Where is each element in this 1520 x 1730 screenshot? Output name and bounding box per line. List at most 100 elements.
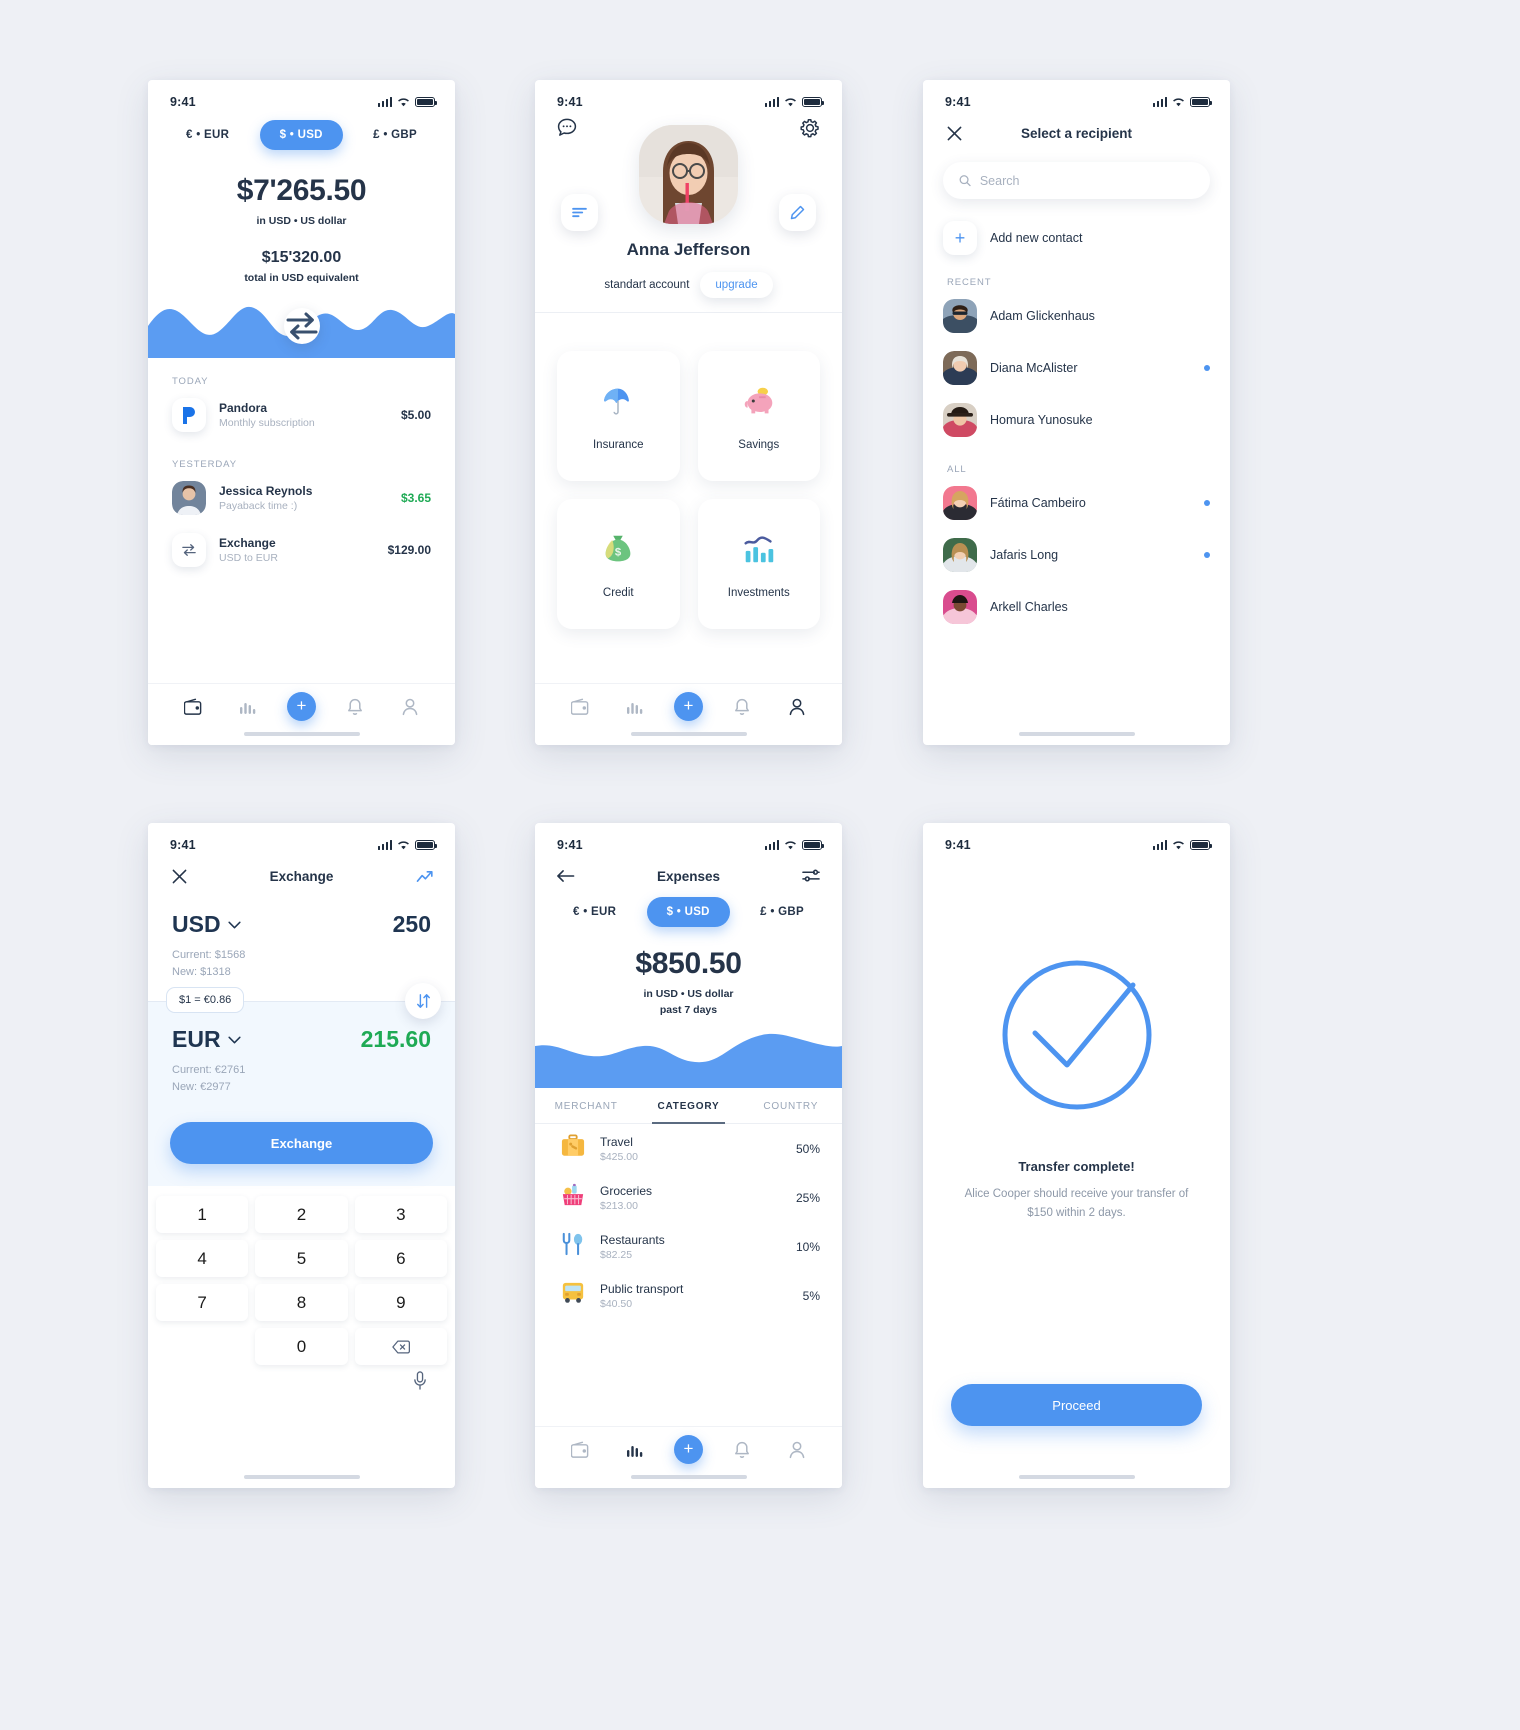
- contact-name: Diana McAlister: [990, 361, 1078, 375]
- tab-statistics[interactable]: [619, 1434, 651, 1466]
- tab-wallet[interactable]: [177, 691, 209, 723]
- tab-country[interactable]: COUNTRY: [740, 1088, 842, 1123]
- list-item[interactable]: Homura Yunosuke: [923, 394, 1230, 446]
- key-4[interactable]: 4: [156, 1240, 249, 1278]
- tab-wallet[interactable]: [564, 691, 596, 723]
- tab-notifications[interactable]: [726, 1434, 758, 1466]
- messages-icon[interactable]: [557, 118, 577, 143]
- restaurant-cutlery-icon: [557, 1232, 589, 1261]
- gear-icon[interactable]: [800, 118, 820, 143]
- nav-bar: Exchange: [148, 859, 455, 895]
- list-item[interactable]: Jafaris Long: [923, 529, 1230, 581]
- page-title: Anna Jefferson: [626, 240, 751, 259]
- card-investments[interactable]: Investments: [697, 499, 820, 629]
- list-item[interactable]: Adam Glickenhaus: [923, 290, 1230, 342]
- table-row[interactable]: Pandora Monthly subscription $5.00: [148, 389, 455, 441]
- status-time: 9:41: [170, 838, 196, 852]
- section-yesterday: YESTERDAY: [172, 459, 237, 470]
- tab-statistics[interactable]: [232, 691, 264, 723]
- currency-usd[interactable]: $ • USD: [646, 897, 730, 927]
- balance-amount: $7'265.50: [236, 174, 367, 207]
- currency-eur[interactable]: € • EUR: [172, 120, 243, 150]
- total-amount: $15'320.00: [261, 249, 342, 266]
- avatar: [943, 351, 977, 385]
- to-currency-selector[interactable]: EUR: [172, 1026, 241, 1053]
- signal-icon: [764, 97, 779, 107]
- exchange-button[interactable]: Exchange: [170, 1122, 433, 1165]
- search-icon: [959, 175, 971, 187]
- trend-up-icon[interactable]: [413, 865, 435, 887]
- table-row[interactable]: Exchange USD to EUR $129.00: [148, 524, 455, 576]
- status-bar: 9:41: [535, 823, 842, 859]
- key-9[interactable]: 9: [354, 1284, 447, 1322]
- add-contact-label: Add new contact: [990, 231, 1083, 245]
- balance-block: $7'265.50 in USD • US dollar $15'320.00 …: [148, 150, 455, 284]
- card-insurance[interactable]: Insurance: [557, 351, 680, 481]
- exchange-from-block: USD 250 Current: $1568 New: $1318: [148, 895, 455, 981]
- close-icon[interactable]: [943, 122, 965, 144]
- card-savings[interactable]: Savings: [697, 351, 820, 481]
- card-credit[interactable]: $ Credit: [557, 499, 680, 629]
- expenses-currency-label: in USD • US dollar: [643, 988, 734, 1000]
- add-button[interactable]: +: [286, 692, 316, 721]
- tab-profile[interactable]: [781, 1434, 813, 1466]
- from-current-balance: Current: $1568: [172, 949, 246, 961]
- suitcase-icon: [557, 1134, 589, 1163]
- currency-gbp[interactable]: £ • GBP: [359, 120, 431, 150]
- key-6[interactable]: 6: [354, 1240, 447, 1278]
- status-icons: [764, 840, 825, 850]
- section-recent: RECENT: [947, 277, 992, 288]
- search-input[interactable]: [943, 162, 1210, 199]
- currency-eur[interactable]: € • EUR: [559, 897, 630, 927]
- key-7[interactable]: 7: [156, 1284, 249, 1322]
- tab-profile[interactable]: [394, 691, 426, 723]
- key-3[interactable]: 3: [354, 1196, 447, 1234]
- list-item[interactable]: Diana McAlister: [923, 342, 1230, 394]
- tab-notifications[interactable]: [726, 691, 758, 723]
- table-row[interactable]: Public transport $40.50 5%: [535, 1271, 842, 1320]
- key-backspace[interactable]: [354, 1328, 447, 1366]
- add-new-contact-button[interactable]: + Add new contact: [923, 199, 1230, 259]
- currency-gbp[interactable]: £ • GBP: [746, 897, 818, 927]
- table-row[interactable]: Jessica Reynols Payaback time :) $3.65: [148, 472, 455, 524]
- key-8[interactable]: 8: [255, 1284, 348, 1322]
- check-circle-icon: [1002, 960, 1151, 1110]
- filter-sliders-icon[interactable]: [800, 865, 822, 887]
- back-arrow-icon[interactable]: [555, 865, 577, 887]
- tab-notifications[interactable]: [339, 691, 371, 723]
- plus-icon: +: [943, 221, 977, 255]
- to-amount: 215.60: [360, 1026, 431, 1053]
- status-time: 9:41: [557, 95, 583, 109]
- tab-wallet[interactable]: [564, 1434, 596, 1466]
- tab-merchant[interactable]: MERCHANT: [535, 1088, 637, 1123]
- table-row[interactable]: Groceries $213.00 25%: [535, 1173, 842, 1222]
- upgrade-button[interactable]: upgrade: [700, 272, 773, 298]
- contact-name: Homura Yunosuke: [990, 413, 1093, 427]
- tab-category[interactable]: CATEGORY: [637, 1088, 739, 1124]
- search-field[interactable]: [979, 173, 1194, 188]
- list-item[interactable]: Fátima Cambeiro: [923, 477, 1230, 529]
- from-currency-selector[interactable]: USD: [172, 911, 241, 938]
- key-5[interactable]: 5: [255, 1240, 348, 1278]
- edit-pencil-button[interactable]: [779, 194, 816, 231]
- key-1[interactable]: 1: [156, 1196, 249, 1234]
- tab-statistics[interactable]: [619, 691, 651, 723]
- currency-usd[interactable]: $ • USD: [259, 120, 343, 150]
- key-2[interactable]: 2: [255, 1196, 348, 1234]
- key-0[interactable]: 0: [255, 1328, 348, 1366]
- swap-currencies-button[interactable]: [405, 983, 441, 1020]
- add-button[interactable]: +: [673, 692, 703, 721]
- add-button[interactable]: +: [673, 1435, 703, 1464]
- currency-switcher: € • EUR $ • USD £ • GBP: [535, 895, 842, 927]
- avatar: [943, 486, 977, 520]
- microphone-button[interactable]: [148, 1365, 455, 1390]
- close-icon[interactable]: [168, 865, 190, 887]
- tab-profile[interactable]: [781, 691, 813, 723]
- proceed-button[interactable]: Proceed: [951, 1384, 1202, 1426]
- table-row[interactable]: Restaurants $82.25 10%: [535, 1222, 842, 1271]
- exchange-fab-button[interactable]: [283, 308, 320, 344]
- table-row[interactable]: Travel $425.00 50%: [535, 1124, 842, 1173]
- list-item[interactable]: Arkell Charles: [923, 581, 1230, 633]
- list-view-button[interactable]: [561, 194, 598, 231]
- balance-wave-chart: [148, 296, 455, 358]
